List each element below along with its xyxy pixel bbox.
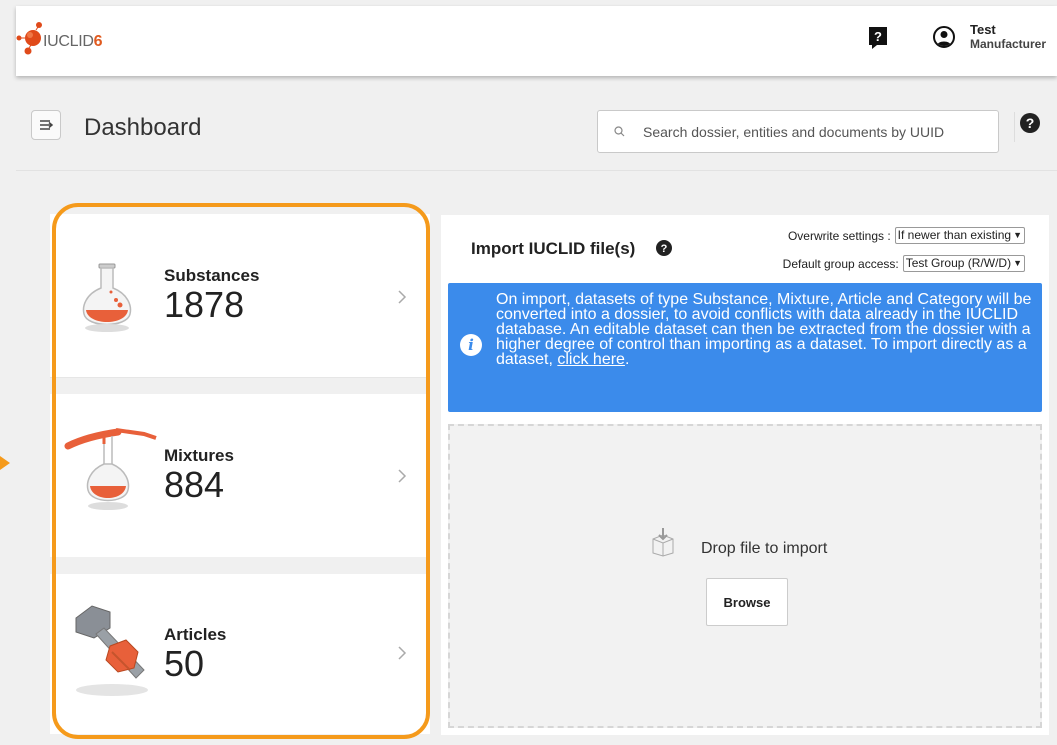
overwrite-label: Overwrite settings : — [787, 228, 891, 243]
mixtures-card[interactable]: Mixtures 884 — [50, 394, 430, 557]
articles-card[interactable]: Articles 50 — [50, 574, 430, 734]
import-panel: Import IUCLID file(s) ? Overwrite settin… — [441, 215, 1049, 735]
chevron-right-icon — [398, 290, 407, 304]
svg-text:?: ? — [874, 29, 882, 44]
page-header: Dashboard ? — [16, 86, 1057, 171]
chevron-right-icon — [398, 469, 407, 483]
info-icon: i — [460, 334, 482, 356]
info-question-icon[interactable]: ? — [655, 239, 673, 257]
mixtures-label: Mixtures — [164, 446, 234, 465]
import-title: Import IUCLID file(s) — [471, 239, 636, 258]
bolt-icon — [75, 605, 148, 696]
menu-icon — [40, 120, 54, 130]
chevron-down-icon: ▼ — [1013, 258, 1022, 268]
file-drop-zone[interactable]: Drop file to import Browse — [448, 424, 1042, 728]
mixtures-count: 884 — [164, 464, 225, 505]
user-name-text: Test — [970, 22, 996, 37]
overwrite-value: If newer than existing — [897, 228, 1012, 242]
group-access-row: Default group access: Test Group (R/W/D)… — [783, 255, 1025, 272]
articles-label: Articles — [164, 625, 227, 644]
pouring-flask-icon — [64, 428, 157, 510]
feedback-icon[interactable]: ? — [868, 26, 888, 49]
help-button[interactable]: ? — [1014, 112, 1044, 142]
help-icon: ? — [1020, 113, 1040, 133]
click-here-link[interactable]: click here — [557, 351, 625, 368]
overwrite-settings-row: Overwrite settings : If newer than exist… — [788, 227, 1025, 244]
user-name[interactable]: Test Manufacturer — [970, 22, 1047, 52]
top-bar: IUCLID6 ? Test Manufacturer — [16, 6, 1057, 76]
iuclid-logo[interactable]: IUCLID6 — [16, 22, 126, 62]
search-box[interactable] — [597, 110, 999, 153]
substances-card[interactable]: Substances 1878 — [50, 214, 430, 378]
logo-text: IUCLID — [43, 33, 94, 50]
group-access-select[interactable]: Test Group (R/W/D) ▼ — [902, 255, 1025, 272]
menu-toggle-button[interactable] — [31, 110, 61, 140]
import-info-banner: i On import, datasets of type Substance,… — [448, 283, 1042, 412]
drop-text: Drop file to import — [701, 540, 828, 557]
file-import-icon — [652, 528, 674, 557]
svg-text:?: ? — [661, 243, 668, 255]
flask-icon — [82, 263, 132, 332]
browse-button[interactable]: Browse — [706, 578, 788, 626]
user-avatar-icon[interactable] — [933, 26, 955, 48]
articles-count: 50 — [164, 643, 205, 684]
substances-count: 1878 — [164, 284, 245, 325]
substances-label: Substances — [164, 266, 260, 285]
search-icon — [614, 126, 625, 137]
user-role: Manufacturer — [970, 37, 1047, 51]
group-access-value: Test Group (R/W/D) — [905, 256, 1012, 270]
chevron-down-icon: ▼ — [1013, 230, 1022, 240]
logo-version: 6 — [93, 33, 103, 50]
overwrite-select[interactable]: If newer than existing ▼ — [894, 227, 1025, 244]
arrow-pointer-icon — [0, 456, 10, 470]
search-input[interactable] — [643, 111, 993, 152]
logo-molecule-icon — [16, 22, 42, 55]
svg-text:?: ? — [1026, 115, 1035, 131]
info-period: . — [624, 351, 630, 368]
chevron-right-icon — [398, 646, 407, 660]
info-text: On import, datasets of type Substance, M… — [496, 292, 1036, 368]
group-access-label: Default group access: — [782, 256, 899, 271]
page-title: Dashboard — [84, 114, 202, 141]
